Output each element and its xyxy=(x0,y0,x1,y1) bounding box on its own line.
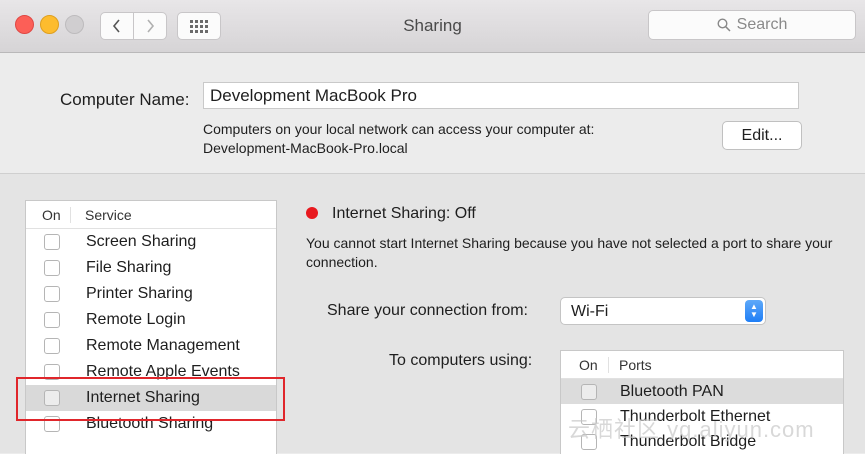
status-indicator xyxy=(306,207,318,219)
search-input[interactable]: Search xyxy=(648,10,856,40)
local-hostname: Development-MacBook-Pro.local xyxy=(203,140,408,156)
service-row-file-sharing[interactable]: File Sharing xyxy=(26,255,276,281)
share-from-label: Share your connection from: xyxy=(327,302,528,319)
services-header: On Service xyxy=(26,201,276,229)
service-row-printer-sharing[interactable]: Printer Sharing xyxy=(26,281,276,307)
ports-header: On Ports xyxy=(561,351,843,379)
port-label: Bluetooth PAN xyxy=(620,382,724,400)
service-checkbox[interactable] xyxy=(44,260,60,276)
share-from-select[interactable]: Wi-Fi ▲ ▼ xyxy=(560,297,766,325)
service-label: Printer Sharing xyxy=(86,285,193,302)
service-label: Screen Sharing xyxy=(86,233,197,250)
service-checkbox[interactable] xyxy=(44,286,60,302)
service-checkbox[interactable] xyxy=(44,312,60,328)
service-label: Remote Management xyxy=(86,337,240,354)
computer-name-label: Computer Name: xyxy=(60,90,190,109)
port-checkbox[interactable] xyxy=(581,383,597,400)
header-on[interactable]: On xyxy=(26,206,71,223)
status-description: You cannot start Internet Sharing becaus… xyxy=(306,235,833,270)
to-computers-label: To computers using: xyxy=(389,352,533,369)
service-checkbox[interactable] xyxy=(44,234,60,250)
share-from-value: Wi-Fi xyxy=(571,303,609,320)
description-line-1: Computers on your local network can acce… xyxy=(203,121,595,137)
header-service[interactable]: Service xyxy=(71,207,132,223)
search-placeholder: Search xyxy=(736,16,788,33)
service-label: File Sharing xyxy=(86,259,172,276)
watermark: 云栖社区 yq.aliyun.com xyxy=(568,417,815,442)
title-bar: Sharing Search xyxy=(0,0,865,53)
computer-name-description: Computers on your local network can acce… xyxy=(203,120,594,158)
status-title: Internet Sharing: Off xyxy=(332,205,476,222)
service-row-remote-management[interactable]: Remote Management xyxy=(26,333,276,359)
service-row-screen-sharing[interactable]: Screen Sharing xyxy=(26,229,276,255)
service-row-remote-login[interactable]: Remote Login xyxy=(26,307,276,333)
service-checkbox[interactable] xyxy=(44,338,60,354)
computer-name-panel: Computer Name: Development MacBook Pro C… xyxy=(0,53,865,174)
search-icon xyxy=(717,18,731,32)
ports-header-on[interactable]: On xyxy=(561,356,609,373)
edit-button[interactable]: Edit... xyxy=(722,121,802,150)
service-label: Remote Login xyxy=(86,311,186,328)
highlight-annotation xyxy=(16,377,285,421)
ports-header-ports[interactable]: Ports xyxy=(609,357,652,373)
select-arrows-icon: ▲ ▼ xyxy=(745,300,763,322)
computer-name-field[interactable]: Development MacBook Pro xyxy=(203,82,799,109)
port-row-bluetooth-pan[interactable]: Bluetooth PAN xyxy=(561,379,843,404)
